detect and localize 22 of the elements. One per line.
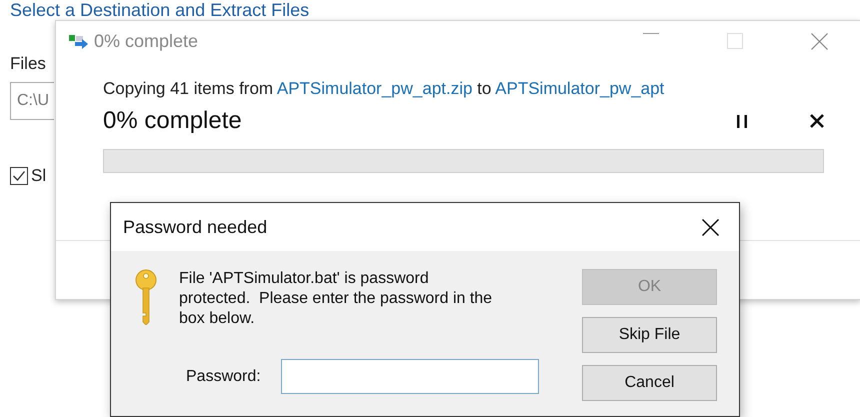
minimize-icon[interactable]: [643, 32, 659, 34]
password-field[interactable]: [280, 359, 539, 394]
pause-icon[interactable]: [736, 114, 748, 128]
checkbox[interactable]: [10, 167, 28, 185]
folder-link[interactable]: APTSimulator_pw_apt: [495, 79, 664, 98]
window-title: 0% complete: [94, 30, 198, 52]
dialog-button[interactable]: Cancel: [582, 365, 717, 401]
key-icon: [135, 269, 157, 325]
progress-status: 0% complete: [103, 107, 242, 135]
close-icon[interactable]: [702, 218, 719, 236]
dialog-title: Password needed: [123, 216, 268, 238]
copy-message: Copying 41 items from APTSimulator_pw_apt.zip to APTSimulator_pw_apt: [103, 79, 666, 99]
folder-link[interactable]: APTSimulator_pw_apt.zip: [276, 79, 472, 98]
files-label: Files: [10, 54, 47, 74]
password-label: Password:: [186, 368, 261, 386]
path-field[interactable]: C:\U: [10, 82, 54, 120]
dialog-button[interactable]: Skip File: [582, 317, 717, 353]
password-message: File 'APTSimulator.bat' is password protected. Please enter the password in the box below.: [179, 269, 494, 329]
checkbox-label: Sl: [31, 166, 46, 186]
cancel-icon[interactable]: [810, 114, 824, 128]
page-title: Select a Destination and Extract Files: [10, 0, 310, 20]
copy-progress-icon: [68, 33, 90, 49]
